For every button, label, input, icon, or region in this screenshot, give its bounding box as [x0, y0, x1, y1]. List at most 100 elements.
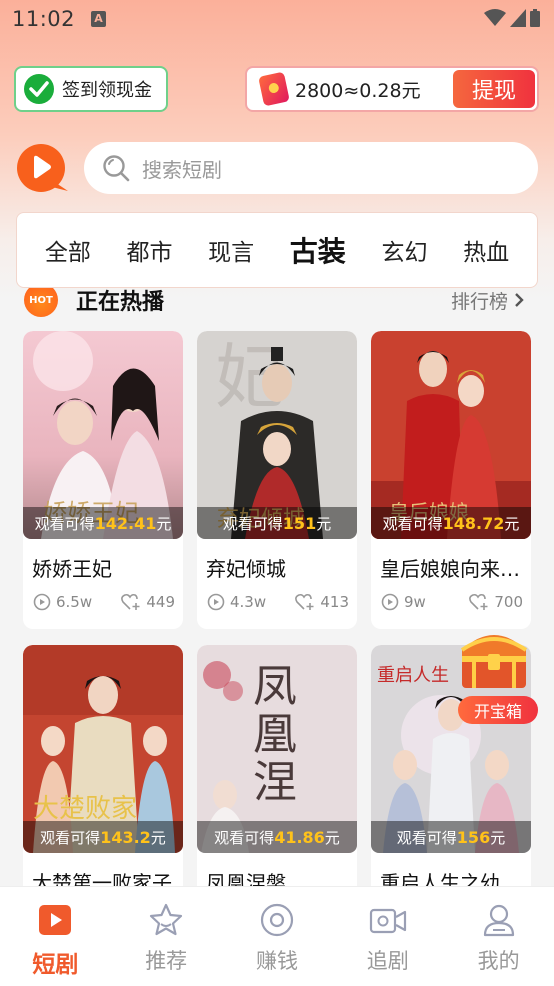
nav-item-recommend[interactable]: 推荐: [111, 887, 222, 986]
view-count: 4.3w: [230, 593, 267, 611]
drama-card[interactable]: 娇娇王妃 观看可得 142.41 元 娇娇王妃 6.5w 449: [23, 331, 183, 629]
drama-poster: 大楚败家 观看可得 143.2 元: [23, 645, 183, 853]
like-count: 449: [146, 593, 175, 611]
svg-text:凰: 凰: [253, 710, 297, 759]
nav-label: 赚钱: [255, 949, 298, 973]
drama-stats: 9w 700: [381, 593, 523, 611]
drama-poster: 皇后娘娘 观看可得 148.72 元: [371, 331, 531, 539]
user-icon: [483, 904, 514, 937]
view-count: 6.5w: [56, 593, 93, 611]
treasure-chest-icon[interactable]: [456, 624, 532, 692]
nav-item-earn[interactable]: 赚钱: [222, 887, 333, 986]
app-logo-icon: [17, 144, 68, 192]
svg-text:大楚败家: 大楚败家: [33, 794, 137, 823]
status-bar: 11:02 A: [0, 0, 554, 38]
tab-costume[interactable]: 古装: [290, 230, 346, 270]
play-count-icon: [207, 593, 225, 611]
drama-card[interactable]: 妃 弃妃倾城 观看可得 151 元 弃妃倾城 4.3w 413: [197, 331, 357, 629]
reward-banner: 观看可得 151 元: [197, 507, 357, 539]
status-time: 11:02: [12, 7, 76, 31]
drama-poster: 妃 弃妃倾城 观看可得 151 元: [197, 331, 357, 539]
ranking-link[interactable]: 排行榜: [451, 287, 524, 314]
signal-icon: [510, 9, 526, 27]
svg-text:凤: 凤: [253, 662, 297, 711]
tab-fantasy[interactable]: 玄幻: [381, 233, 427, 267]
tab-all[interactable]: 全部: [45, 233, 91, 267]
reward-suffix: 元: [156, 514, 172, 533]
checkin-label: 签到领现金: [62, 80, 152, 101]
follow-icon: [121, 593, 140, 610]
search-placeholder: 搜索短剧: [142, 157, 222, 182]
reward-amount: 148.72: [442, 513, 505, 533]
reward-suffix: 元: [324, 828, 340, 847]
follow-icon: [295, 593, 314, 610]
red-packet-icon: [258, 71, 290, 107]
play-icon: [39, 905, 72, 935]
drama-stats: 6.5w 449: [33, 593, 175, 611]
reward-amount: 143.2: [100, 827, 151, 847]
bottom-nav: 短剧 推荐 赚钱 追剧 我的: [0, 886, 554, 986]
tab-romance[interactable]: 现言: [208, 233, 254, 267]
nav-label: 追剧: [366, 949, 409, 973]
svg-text:涅: 涅: [253, 758, 297, 807]
reward-suffix: 元: [316, 514, 332, 533]
reward-amount: 151: [282, 513, 317, 533]
coin-amount: 2800≈0.28元: [295, 79, 421, 102]
reward-prefix: 观看可得: [34, 514, 95, 533]
notification-icon: A: [91, 11, 107, 27]
reward-banner: 观看可得 142.41 元: [23, 507, 183, 539]
coin-balance: 2800≈0.28元 提现: [245, 66, 539, 112]
nav-label: 推荐: [145, 949, 188, 973]
reward-suffix: 元: [490, 828, 506, 847]
open-treasure-button[interactable]: 开宝箱: [458, 696, 538, 724]
view-count: 9w: [404, 593, 426, 611]
reward-amount: 142.41: [94, 513, 157, 533]
reward-amount: 156: [456, 827, 491, 847]
reward-prefix: 观看可得: [214, 828, 275, 847]
reward-banner: 观看可得 143.2 元: [23, 821, 183, 853]
nav-label: 短剧: [32, 952, 79, 978]
tab-urban[interactable]: 都市: [126, 233, 172, 267]
nav-item-following[interactable]: 追剧: [332, 887, 443, 986]
drama-card[interactable]: 皇后娘娘 观看可得 148.72 元 皇后娘娘向来… 9w 700: [371, 331, 531, 629]
nav-item-shorts[interactable]: 短剧: [0, 887, 111, 986]
video-camera-icon: [369, 908, 406, 934]
drama-poster: 凤 凰 涅 观看可得 41.86 元: [197, 645, 357, 853]
drama-title: 皇后娘娘向来…: [380, 557, 520, 581]
search-icon: [103, 155, 130, 182]
reward-prefix: 观看可得: [40, 828, 101, 847]
battery-icon: [530, 9, 540, 27]
play-count-icon: [381, 593, 399, 611]
nav-item-profile[interactable]: 我的: [443, 887, 554, 986]
reward-banner: 观看可得 148.72 元: [371, 507, 531, 539]
star-icon: [150, 903, 183, 936]
play-count-icon: [33, 593, 51, 611]
wifi-icon: [484, 9, 506, 26]
hot-icon: HOT: [24, 283, 58, 317]
reward-prefix: 观看可得: [396, 828, 457, 847]
reward-suffix: 元: [150, 828, 166, 847]
search-input[interactable]: 搜索短剧: [84, 142, 538, 194]
drama-poster: 娇娇王妃 观看可得 142.41 元: [23, 331, 183, 539]
chevron-right-icon: [515, 293, 524, 307]
drama-stats: 4.3w 413: [207, 593, 349, 611]
reward-banner: 观看可得 156 元: [371, 821, 531, 853]
ranking-label: 排行榜: [450, 290, 508, 313]
follow-icon: [469, 593, 488, 610]
reward-amount: 41.86: [274, 827, 325, 847]
reward-banner: 观看可得 41.86 元: [197, 821, 357, 853]
drama-title: 弃妃倾城: [206, 557, 286, 581]
nav-label: 我的: [477, 949, 520, 973]
checkin-button[interactable]: 签到领现金: [14, 66, 168, 112]
section-title: 正在热播: [76, 290, 165, 315]
coin-icon: [260, 903, 294, 937]
tab-action[interactable]: 热血: [463, 233, 509, 267]
like-count: 700: [494, 593, 523, 611]
wechat-check-icon: [24, 74, 54, 104]
reward-prefix: 观看可得: [382, 514, 443, 533]
svg-text:重启人生: 重启人生: [377, 665, 449, 685]
reward-suffix: 元: [504, 514, 520, 533]
status-icons: [484, 9, 540, 27]
reward-prefix: 观看可得: [222, 514, 283, 533]
withdraw-button[interactable]: 提现: [453, 70, 535, 108]
